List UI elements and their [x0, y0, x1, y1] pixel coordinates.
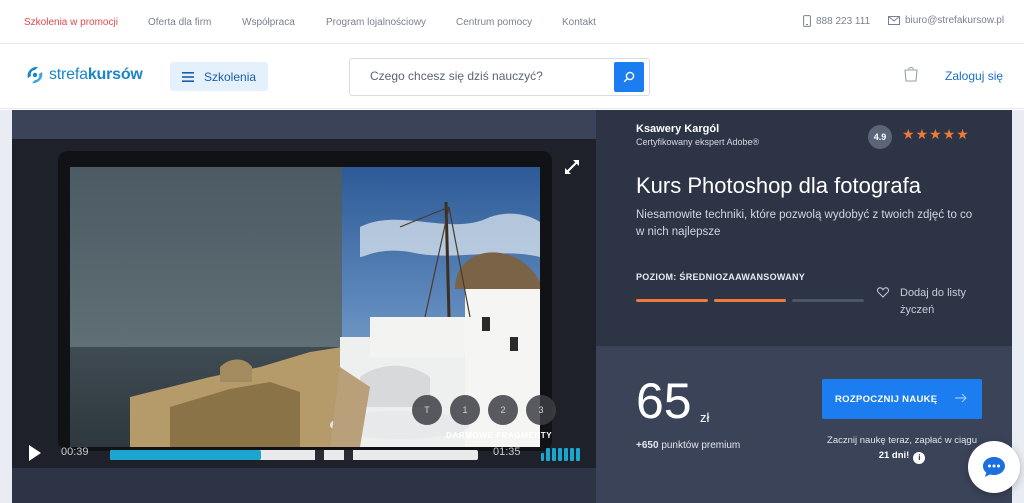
email-address: biuro@strefakursow.pl: [905, 15, 1005, 26]
level-label: POZIOM: ŚREDNIOZAAWANSOWANY: [636, 272, 806, 282]
phone-contact[interactable]: 888 223 111: [803, 15, 870, 27]
fragment-button-1[interactable]: 1: [450, 395, 480, 425]
chat-bubble-icon: [983, 457, 1005, 477]
chat-widget-button[interactable]: [968, 441, 1020, 493]
video-bottom-strip: [12, 468, 596, 503]
course-description: Niesamowite techniki, które pozwolą wydo…: [636, 209, 973, 238]
fragment-button-trailer[interactable]: T: [412, 395, 442, 425]
volume-bar: [558, 448, 562, 461]
track-fragment-gap: [344, 450, 353, 460]
site-logo[interactable]: strefakursów: [24, 64, 143, 86]
play-icon: [29, 445, 41, 461]
volume-bar: [552, 448, 556, 461]
video-controls: 00:39 01:35: [12, 441, 596, 468]
premium-points: +650 punktów premium: [636, 440, 740, 451]
rating-badge: 4.9: [868, 125, 892, 149]
video-player[interactable]: T 1 2 3 DARMOWE FRAGMENTY 00:39 01:35: [12, 139, 596, 468]
fullscreen-button[interactable]: [564, 159, 580, 180]
logo-suffix: kursów: [87, 66, 143, 83]
level-bar-filled: [714, 299, 786, 302]
link-cooperation[interactable]: Współpraca: [242, 17, 295, 28]
search-box: [349, 58, 650, 96]
page-margin-left: [0, 110, 12, 503]
video-progress-played: [110, 450, 261, 460]
volume-bar: [564, 448, 568, 461]
pay-later-days: 21 dni!: [878, 450, 910, 461]
points-value: +650: [636, 440, 659, 451]
course-hero: T 1 2 3 DARMOWE FRAGMENTY 00:39 01:35 Ks…: [0, 110, 1024, 503]
free-fragments-label: DARMOWE FRAGMENTY: [446, 431, 553, 440]
categories-button[interactable]: Szkolenia: [170, 62, 268, 91]
points-label: punktów premium: [661, 440, 741, 451]
link-loyalty-program[interactable]: Program lojalnościowy: [326, 17, 426, 28]
play-button[interactable]: [28, 444, 42, 467]
link-business-offer[interactable]: Oferta dla firm: [148, 17, 211, 28]
search-input[interactable]: [370, 69, 610, 83]
search-icon: [623, 71, 635, 83]
main-header: strefakursów Szkolenia Zaloguj się: [0, 45, 1024, 109]
shopping-bag-icon: [904, 66, 918, 82]
link-promotions[interactable]: Szkolenia w promocji: [24, 17, 118, 28]
fragment-button-2[interactable]: 2: [488, 395, 518, 425]
duration-time: 01:35: [493, 446, 521, 458]
cart-button[interactable]: [903, 65, 919, 87]
search-button[interactable]: [614, 62, 644, 92]
wishlist-button[interactable]: Dodaj do listy życzeń: [877, 285, 966, 316]
price-currency: zł: [700, 410, 710, 425]
rating-stars: ★★★★★: [902, 126, 970, 143]
volume-bar: [546, 448, 550, 461]
heart-icon: [877, 287, 889, 298]
fragment-button-3[interactable]: 3: [526, 395, 556, 425]
current-time: 00:39: [61, 446, 89, 458]
login-link[interactable]: Zaloguj się: [945, 69, 1003, 83]
star-icon: ★: [956, 126, 970, 142]
pay-later-note: Zacznij naukę teraz, zapłać w ciągu 21 d…: [822, 433, 982, 464]
track-fragment-gap: [315, 450, 324, 460]
start-learning-button[interactable]: ROZPOCZNIJ NAUKĘ: [822, 379, 982, 419]
phone-icon: [803, 15, 811, 27]
star-icon: ★: [902, 126, 916, 142]
pricing-panel: 65 zł +650 punktów premium ROZPOCZNIJ NA…: [596, 346, 1012, 503]
logo-icon: [27, 66, 43, 84]
course-info-panel: Ksawery Kargól Certyfikowany ekspert Ado…: [596, 110, 1012, 346]
level-bar-filled: [636, 299, 708, 302]
course-price: 65: [636, 373, 692, 429]
info-icon[interactable]: i: [913, 452, 926, 464]
star-icon: ★: [942, 126, 957, 142]
volume-bar: [576, 448, 580, 461]
email-contact[interactable]: biuro@strefakursow.pl: [888, 15, 1004, 26]
volume-control[interactable]: [541, 448, 580, 461]
top-bar: Szkolenia w promocji Oferta dla firm Wsp…: [0, 0, 1024, 44]
star-icon: ★: [915, 126, 930, 142]
page-margin-right: [1012, 110, 1024, 503]
mail-icon: [888, 16, 900, 25]
level-bar-empty: [792, 299, 864, 302]
volume-bar: [541, 453, 544, 461]
hamburger-icon: [182, 71, 194, 82]
wishlist-label: Dodaj do listy życzeń: [900, 287, 967, 316]
arrow-right-icon: [955, 393, 967, 403]
link-help-center[interactable]: Centrum pomocy: [456, 17, 532, 28]
pay-later-text: Zacznij naukę teraz, zapłać w ciągu: [827, 435, 977, 446]
author-title: Certyfikowany ekspert Adobe®: [636, 137, 760, 147]
course-title: Kurs Photoshop dla fotografa: [636, 173, 921, 198]
expand-icon: [565, 160, 579, 174]
link-contact[interactable]: Kontakt: [562, 17, 596, 28]
video-progress-track[interactable]: [110, 450, 478, 460]
volume-bar: [570, 448, 574, 461]
categories-label: Szkolenia: [204, 69, 257, 84]
start-learning-label: ROZPOCZNIJ NAUKĘ: [835, 393, 938, 405]
author-name[interactable]: Ksawery Kargól: [636, 123, 719, 135]
logo-text: strefakursów: [49, 66, 143, 84]
star-icon: ★: [929, 126, 943, 142]
phone-number: 888 223 111: [816, 15, 871, 27]
logo-prefix: strefa: [49, 66, 88, 83]
